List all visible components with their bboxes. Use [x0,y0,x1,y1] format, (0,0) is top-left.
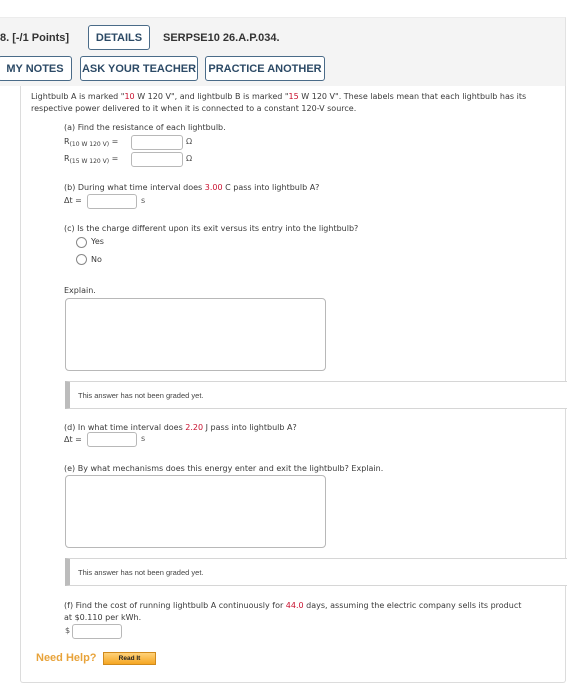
explain-c-textarea[interactable] [65,298,326,371]
graded-notice-e: This answer has not been graded yet. [65,558,567,586]
part-e-prompt: (e) By what mechanisms does this energy … [64,464,384,473]
prompt-text: (d) In what time interval does [64,423,186,432]
prompt-text: C pass into lightbulb A? [222,183,320,192]
problem-statement: Lightbulb A is marked "10 W 120 V", and … [31,91,561,115]
time-interval-d-input[interactable] [87,432,137,447]
explain-label: Explain. [64,286,96,295]
currency-symbol: $ [65,626,71,635]
highlight-value: 10 [124,92,135,101]
need-help-label: Need Help? [36,652,97,664]
graded-text: This answer has not been graded yet. [78,391,204,400]
details-button[interactable]: DETAILS [88,25,150,50]
delta-t-label: Δt = [64,435,82,444]
ask-teacher-button[interactable]: ASK YOUR TEACHER [80,56,198,81]
part-f-prompt: (f) Find the cost of running lightbulb A… [64,600,521,612]
graded-text: This answer has not been graded yet. [78,568,204,577]
highlight-value: 15 [288,92,299,101]
highlight-value: 3.00 [204,183,223,192]
prompt-text: (b) During what time interval does [64,183,205,192]
question-number: 8. [-/1 Points] [0,32,70,44]
prompt-text: (f) Find the cost of running lightbulb A… [64,601,286,610]
part-b-prompt: (b) During what time interval does 3.00 … [64,182,319,194]
highlight-value: 44.0 [285,601,304,610]
time-interval-b-input[interactable] [87,194,137,209]
ohm-unit: Ω [186,154,193,163]
r-subscript: (10 W 120 V) [69,141,110,148]
radio-no-label: No [91,255,102,264]
part-c-prompt: (c) Is the charge different upon its exi… [64,224,359,233]
question-id: SERPSE10 26.A.P.034. [163,32,280,44]
resistance-a-input[interactable] [131,135,183,150]
prompt-text: J pass into lightbulb A? [203,423,297,432]
part-f-rate: at $0.110 per kWh. [64,613,142,622]
cost-input[interactable] [72,624,122,639]
explain-e-textarea[interactable] [65,475,326,548]
highlight-value: 2.20 [185,423,204,432]
intro-text: Lightbulb A is marked " [31,92,125,101]
r1-label: R(10 W 120 V) = [64,136,118,151]
question-header: 8. [-/1 Points] DETAILS SERPSE10 26.A.P.… [0,17,566,86]
r2-label: R(15 W 120 V) = [64,153,118,168]
intro-text: W 120 V", and lightbulb B is marked " [134,92,289,101]
practice-another-button[interactable]: PRACTICE ANOTHER [205,56,325,81]
radio-no[interactable] [76,254,87,265]
delta-t-label: Δt = [64,196,82,205]
equals: = [109,137,119,146]
read-it-button[interactable]: Read It [103,652,156,665]
seconds-unit: s [141,196,146,205]
r-subscript: (15 W 120 V) [69,158,110,165]
graded-notice-c: This answer has not been graded yet. [65,381,567,409]
prompt-text: days, assuming the electric company sell… [303,601,522,610]
part-a-prompt: (a) Find the resistance of each lightbul… [64,123,226,132]
seconds-unit: s [141,434,146,443]
resistance-b-input[interactable] [131,152,183,167]
my-notes-button[interactable]: MY NOTES [0,56,72,81]
question-content: Lightbulb A is marked "10 W 120 V", and … [20,86,567,683]
equals: = [109,154,119,163]
radio-yes[interactable] [76,237,87,248]
radio-yes-label: Yes [91,237,104,246]
ohm-unit: Ω [186,137,193,146]
